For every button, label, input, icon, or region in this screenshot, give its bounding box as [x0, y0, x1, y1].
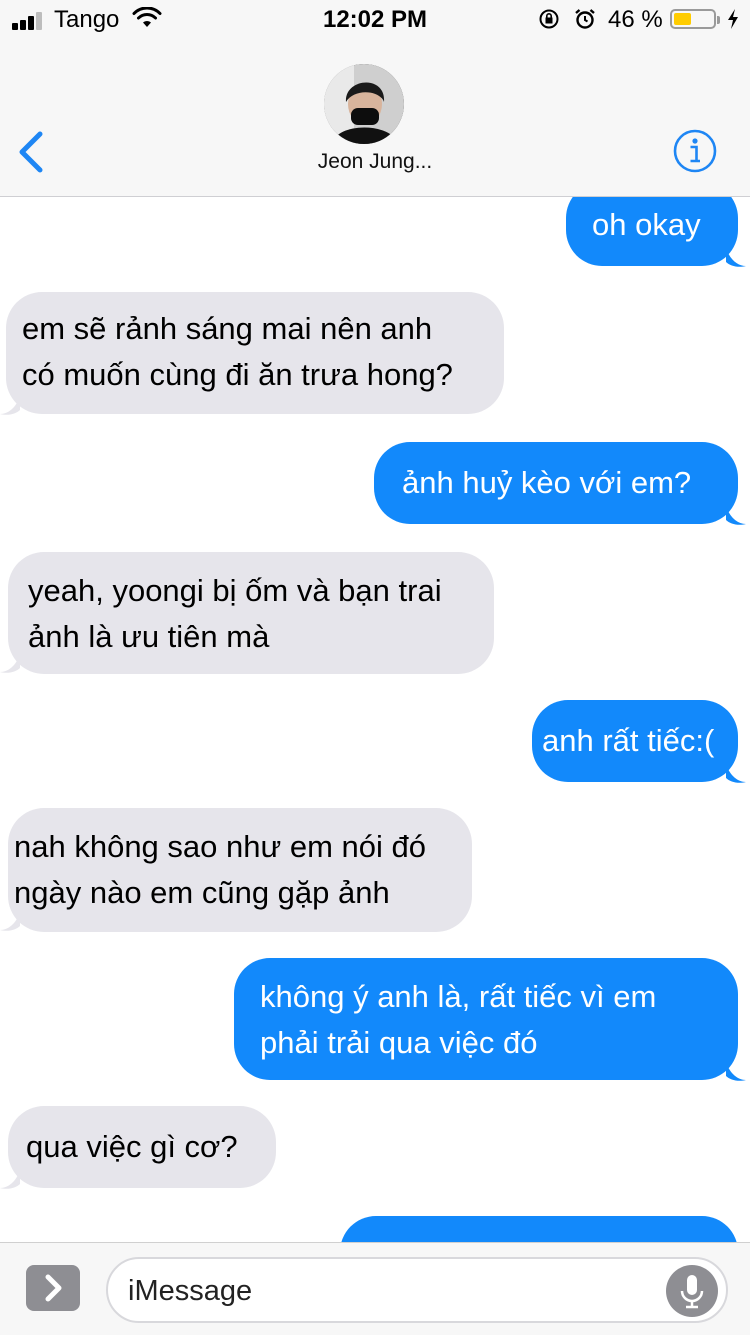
- navigation-header: Tango 12:02 PM 46 % Jeon Jung...: [0, 0, 750, 197]
- info-icon[interactable]: [672, 128, 718, 174]
- bubble-tail: [726, 764, 746, 783]
- bubble-tail: [0, 654, 20, 673]
- microphone-button[interactable]: [666, 1265, 718, 1317]
- message-text: oh okay: [592, 207, 701, 242]
- message-bubble-incoming[interactable]: qua việc gì cơ?: [8, 1106, 276, 1188]
- contact-avatar[interactable]: [324, 64, 404, 144]
- alarm-icon: [575, 9, 595, 29]
- message-text: ảnh huỷ kèo với em?: [402, 465, 692, 500]
- message-text: yeah, yoongi bị ốm và bạn trai: [28, 573, 442, 608]
- rotation-lock-icon: [539, 9, 559, 29]
- imessage-field[interactable]: [106, 1257, 728, 1323]
- imessage-input[interactable]: [126, 1267, 650, 1315]
- message-text: có muốn cùng đi ăn trưa hong?: [22, 357, 453, 392]
- message-text: anh rất tiếc:(: [542, 723, 715, 758]
- app-drawer-button[interactable]: [26, 1265, 80, 1311]
- message-input-bar: [0, 1242, 750, 1335]
- message-text: em sẽ rảnh sáng mai nên anh: [22, 311, 433, 346]
- message-text: phải trải qua việc đó: [260, 1025, 538, 1060]
- bubble-tail: [726, 506, 746, 525]
- bubble-tail: [0, 396, 20, 415]
- avatar-photo: [324, 64, 404, 144]
- message-bubble-outgoing[interactable]: không ý anh là, rất tiếc vì em phải trải…: [234, 958, 738, 1080]
- message-text: ngày nào em cũng gặp ảnh: [14, 875, 390, 910]
- message-bubble-outgoing[interactable]: oh okay: [566, 196, 738, 266]
- charging-bolt-icon: [728, 9, 738, 29]
- bubble-tail: [726, 1062, 746, 1081]
- contact-name[interactable]: Jeon Jung...: [0, 150, 750, 174]
- message-text: không ý anh là, rất tiếc vì em: [260, 979, 657, 1014]
- bubble-tail: [0, 1170, 20, 1189]
- status-bar: Tango 12:02 PM 46 %: [0, 0, 750, 40]
- message-bubble-incoming[interactable]: yeah, yoongi bị ốm và bạn trai ảnh là ưu…: [8, 552, 494, 674]
- message-bubble-outgoing[interactable]: anh rất tiếc:(: [532, 700, 738, 782]
- message-bubble-outgoing[interactable]: ảnh huỷ kèo với em?: [374, 442, 738, 524]
- battery-percentage: 46 %: [608, 6, 663, 33]
- bubble-tail: [0, 912, 20, 931]
- message-text: qua việc gì cơ?: [26, 1129, 238, 1164]
- message-bubble-outgoing-partial[interactable]: [340, 1216, 738, 1242]
- microphone-icon: [680, 1275, 704, 1309]
- message-bubble-incoming[interactable]: nah không sao như em nói đó ngày nào em …: [8, 808, 472, 932]
- chevron-right-icon: [45, 1274, 62, 1302]
- message-text: ảnh là ưu tiên mà: [28, 619, 270, 654]
- message-bubble-incoming[interactable]: em sẽ rảnh sáng mai nên anh có muốn cùng…: [6, 292, 504, 414]
- message-thread[interactable]: oh okay em sẽ rảnh sáng mai nên anh có m…: [0, 196, 750, 1242]
- message-text: nah không sao như em nói đó: [14, 829, 426, 864]
- bubble-tail: [726, 248, 746, 267]
- battery-icon: [670, 9, 720, 29]
